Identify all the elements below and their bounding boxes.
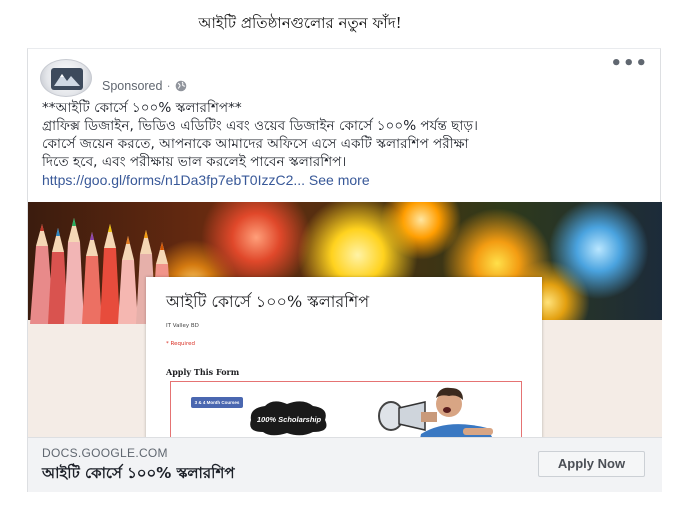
sponsored-label[interactable]: Sponsored: [102, 79, 162, 93]
page-logo-mountain-icon: [51, 68, 83, 90]
form-organization: IT Valley BD: [166, 323, 199, 329]
form-header-image: 3 & 4 Month Courses 100% Scholarship: [170, 381, 522, 437]
post-text-line: কোর্সে জয়েন করতে, আপনাকে আমাদের অফিসে এ…: [42, 136, 469, 152]
apply-now-button[interactable]: Apply Now: [538, 451, 645, 477]
more-options-icon[interactable]: •••: [610, 55, 648, 73]
post-header: Sponsored · •••: [28, 49, 660, 99]
page-avatar[interactable]: [40, 59, 92, 97]
course-badge: 3 & 4 Month Courses: [191, 397, 243, 408]
google-form-preview: আইটি কোর্সে ১০০% স্কলারশিপ IT Valley BD …: [146, 277, 542, 437]
globe-icon[interactable]: [175, 80, 187, 92]
post-link[interactable]: https://goo.gl/forms/n1Da3fp7ebT0IzzC2..…: [42, 172, 305, 188]
see-more-link[interactable]: See more: [309, 172, 370, 188]
link-title[interactable]: আইটি কোর্সে ১০০% স্কলারশিপ: [42, 462, 235, 487]
separator-dot: ·: [166, 79, 171, 93]
post-text-line: দিতে হবে, এবং পরীক্ষায় ভাল করলেই পাবেন …: [42, 154, 347, 170]
form-required-note: * Required: [166, 341, 195, 347]
post-text-line: গ্রাফিক্স ডিজাইন, ভিডিও এডিটিং এবং ওয়েব…: [42, 118, 478, 134]
scholarship-text: 100% Scholarship: [257, 415, 322, 424]
article-headline: আইটি প্রতিষ্ঠানগুলোর নতুন ফাঁদ!: [198, 14, 402, 32]
form-title: আইটি কোর্সে ১০০% স্কলারশিপ: [166, 292, 370, 311]
form-section-title: Apply This Form: [166, 367, 240, 377]
post-link-line: https://goo.gl/forms/n1Da3fp7ebT0IzzC2..…: [42, 171, 654, 189]
facebook-sponsored-post: Sponsored · ••• **আইটি কোর্সে ১০০% স্কলার…: [27, 48, 662, 492]
scholarship-splash: 100% Scholarship: [250, 401, 327, 436]
ad-image[interactable]: আইটি কোর্সে ১০০% স্কলারশিপ IT Valley BD …: [28, 202, 662, 437]
link-preview-footer[interactable]: DOCS.GOOGLE.COM আইটি কোর্সে ১০০% স্কলারশ…: [28, 437, 662, 492]
post-text-line: **আইটি কোর্সে ১০০% স্কলারশিপ**: [42, 100, 242, 116]
man-with-megaphone-illustration: [378, 387, 493, 437]
link-domain: DOCS.GOOGLE.COM: [42, 446, 168, 460]
post-message: **আইটি কোর্সে ১০০% স্কলারশিপ** গ্রাফিক্স…: [42, 99, 654, 189]
sponsored-label-row: Sponsored ·: [102, 79, 187, 93]
